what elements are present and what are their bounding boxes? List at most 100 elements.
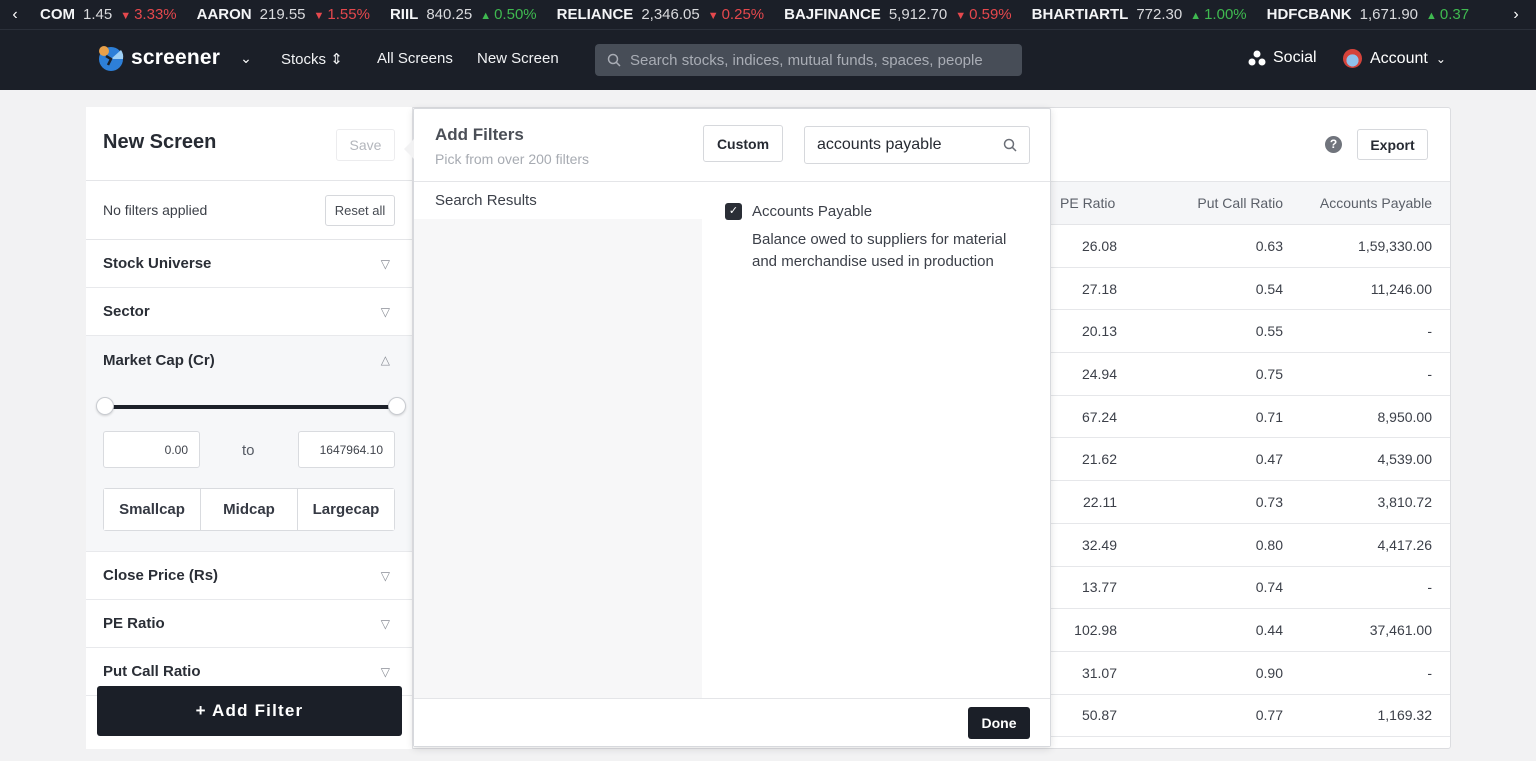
search-icon[interactable] [1003, 138, 1017, 152]
ticker-price: 1,671.90 [1359, 6, 1419, 23]
ticker-item[interactable]: RELIANCE 2,346.05 ▼ 0.25% [557, 6, 765, 23]
ticker-symbol: COM [40, 6, 75, 23]
slider-min-handle[interactable] [96, 397, 114, 415]
midcap-button[interactable]: Midcap [201, 489, 298, 530]
cell-accounts-payable: 1,59,330.00 [1358, 237, 1432, 254]
ticker-prev-icon[interactable]: ‹ [0, 6, 30, 24]
market-cap-max-input[interactable] [298, 431, 395, 468]
column-header-put-call-ratio[interactable]: Put Call Ratio [1127, 195, 1283, 211]
ticker-price: 5,912.70 [888, 6, 948, 23]
cell-pe-ratio: 50.87 [1081, 707, 1117, 724]
cell-accounts-payable: - [1427, 664, 1432, 681]
market-cap-slider[interactable] [96, 397, 406, 415]
table-body: 26.08 0.63 1,59,330.00 27.18 0.54 11,246.00 20… [1051, 225, 1450, 738]
cell-pe-ratio: 13.77 [1081, 579, 1117, 596]
ticker-item[interactable]: HDFCBANK 1,671.90 ▲ 0.37 [1267, 6, 1469, 23]
ticker-symbol: HDFCBANK [1266, 6, 1352, 23]
save-button[interactable]: Save [336, 129, 395, 161]
top-navbar: screener ⌄ Stocks ⇕ All Screens New Scre… [0, 30, 1536, 90]
brand-logo[interactable]: screener ⌄ [97, 44, 252, 72]
table-row[interactable]: 26.08 0.63 1,59,330.00 [1051, 225, 1450, 268]
triangle-up-icon: ▲ [1426, 10, 1437, 22]
triangle-down-icon: ▼ [955, 10, 967, 22]
table-header: PE Ratio Put Call Ratio Accounts Payable [1051, 181, 1450, 225]
ticker-item[interactable]: BAJFINANCE 5,912.70 ▼ 0.59% [784, 6, 1012, 23]
chevron-down-icon: ▽ [380, 664, 390, 679]
table-row[interactable]: 31.07 0.90 - [1051, 652, 1450, 695]
chevron-down-icon: ▽ [380, 568, 390, 583]
category-search-results[interactable]: Search Results [414, 182, 702, 219]
results-table: PE Ratio Put Call Ratio Accounts Payable… [1051, 181, 1450, 738]
accounts-payable-checkbox[interactable]: ✓ [725, 203, 742, 220]
filter-panel: New Screen Save No filters applied Reset… [86, 107, 413, 749]
filter-market-cap[interactable]: Market Cap (Cr) △ [86, 336, 412, 384]
global-search-input[interactable] [630, 51, 990, 69]
export-button[interactable]: Export [1357, 129, 1428, 160]
add-filter-button[interactable]: + Add Filter [97, 686, 402, 736]
filter-result-item[interactable]: ✓ Accounts Payable Balance owed to suppl… [725, 203, 1035, 273]
table-row[interactable]: 24.94 0.75 - [1051, 353, 1450, 396]
smallcap-button[interactable]: Smallcap [104, 489, 201, 530]
largecap-button[interactable]: Largecap [298, 489, 394, 530]
market-cap-controls: to Smallcap Midcap Largecap [86, 384, 412, 552]
table-row[interactable]: 32.49 0.80 4,417.26 [1051, 524, 1450, 567]
search-icon [607, 53, 621, 67]
ticker-symbol: BAJFINANCE [784, 6, 881, 23]
ticker-item[interactable]: COM 1.45 ▼ 3.33% [40, 6, 177, 23]
global-search[interactable] [595, 44, 1022, 76]
account-menu[interactable]: Account ⌄ [1343, 49, 1446, 68]
nav-link-stocks[interactable]: Stocks ⇕ [281, 50, 343, 68]
column-header-pe-ratio[interactable]: PE Ratio [1051, 195, 1127, 211]
sort-arrows-icon: ⇕ [330, 51, 343, 68]
ticker-item[interactable]: BHARTIARTL 772.30 ▲ 1.00% [1032, 6, 1247, 23]
cell-put-call-ratio: 0.90 [1255, 664, 1283, 681]
ticker-price: 772.30 [1136, 6, 1183, 23]
table-row[interactable]: 67.24 0.71 8,950.00 [1051, 396, 1450, 439]
reset-all-button[interactable]: Reset all [325, 195, 395, 226]
column-header-accounts-payable[interactable]: Accounts Payable [1283, 195, 1432, 211]
cell-accounts-payable: 37,461.00 [1369, 622, 1432, 639]
filter-search[interactable] [804, 126, 1030, 164]
screener-logo-icon [99, 46, 124, 71]
filter-status-text: No filters applied [103, 202, 208, 218]
ticker-change: ▼ 3.33% [120, 6, 177, 23]
nav-link-new-screen[interactable]: New Screen [477, 50, 559, 67]
table-row[interactable]: 22.11 0.73 3,810.72 [1051, 481, 1450, 524]
brand-chevron-down-icon[interactable]: ⌄ [240, 50, 252, 67]
cell-put-call-ratio: 0.63 [1255, 237, 1283, 254]
filter-sector[interactable]: Sector ▽ [86, 288, 412, 336]
market-cap-min-input[interactable] [103, 431, 200, 468]
cap-preset-group: Smallcap Midcap Largecap [103, 488, 395, 531]
ticker-next-icon[interactable]: › [1496, 0, 1536, 29]
nav-link-all-screens[interactable]: All Screens [377, 50, 453, 67]
ticker-item[interactable]: RIIL 840.25 ▲ 0.50% [390, 6, 537, 23]
ticker-price: 1.45 [83, 6, 113, 23]
social-link[interactable]: Social [1248, 49, 1317, 67]
help-icon[interactable]: ? [1325, 136, 1342, 153]
ticker-item[interactable]: AARON 219.55 ▼ 1.55% [197, 6, 370, 23]
modal-title: Add Filters [435, 125, 524, 144]
filter-close-price[interactable]: Close Price (Rs) ▽ [86, 552, 412, 600]
filter-stock-universe[interactable]: Stock Universe ▽ [86, 240, 412, 288]
table-row[interactable]: 13.77 0.74 - [1051, 567, 1450, 610]
table-row[interactable]: 27.18 0.54 11,246.00 [1051, 268, 1450, 311]
triangle-down-icon: ▼ [313, 10, 325, 22]
ticker-symbol: BHARTIARTL [1031, 6, 1129, 23]
filter-pe-ratio[interactable]: PE Ratio ▽ [86, 600, 412, 648]
cell-pe-ratio: 67.24 [1081, 408, 1117, 425]
table-row[interactable]: 21.62 0.47 4,539.00 [1051, 438, 1450, 482]
add-filters-modal: Add Filters Pick from over 200 filters C… [404, 108, 1051, 747]
custom-filter-button[interactable]: Custom [703, 125, 783, 162]
slider-max-handle[interactable] [388, 397, 406, 415]
stock-ticker: ‹ COM 1.45 ▼ 3.33% AARON 219.55 ▼ 1.55% RIIL 840.… [0, 0, 1536, 30]
done-button[interactable]: Done [968, 707, 1030, 739]
table-row[interactable]: 102.98 0.44 37,461.00 [1051, 609, 1450, 652]
cell-accounts-payable: 8,950.00 [1377, 408, 1433, 425]
cell-pe-ratio: 27.18 [1081, 280, 1117, 297]
table-row[interactable]: 50.87 0.77 1,169.32 [1051, 695, 1450, 738]
ticker-symbol: AARON [196, 6, 252, 23]
filter-search-input[interactable] [817, 136, 987, 154]
cell-put-call-ratio: 0.77 [1255, 707, 1283, 724]
chevron-down-icon: ▽ [380, 304, 390, 319]
table-row[interactable]: 20.13 0.55 - [1051, 310, 1450, 354]
